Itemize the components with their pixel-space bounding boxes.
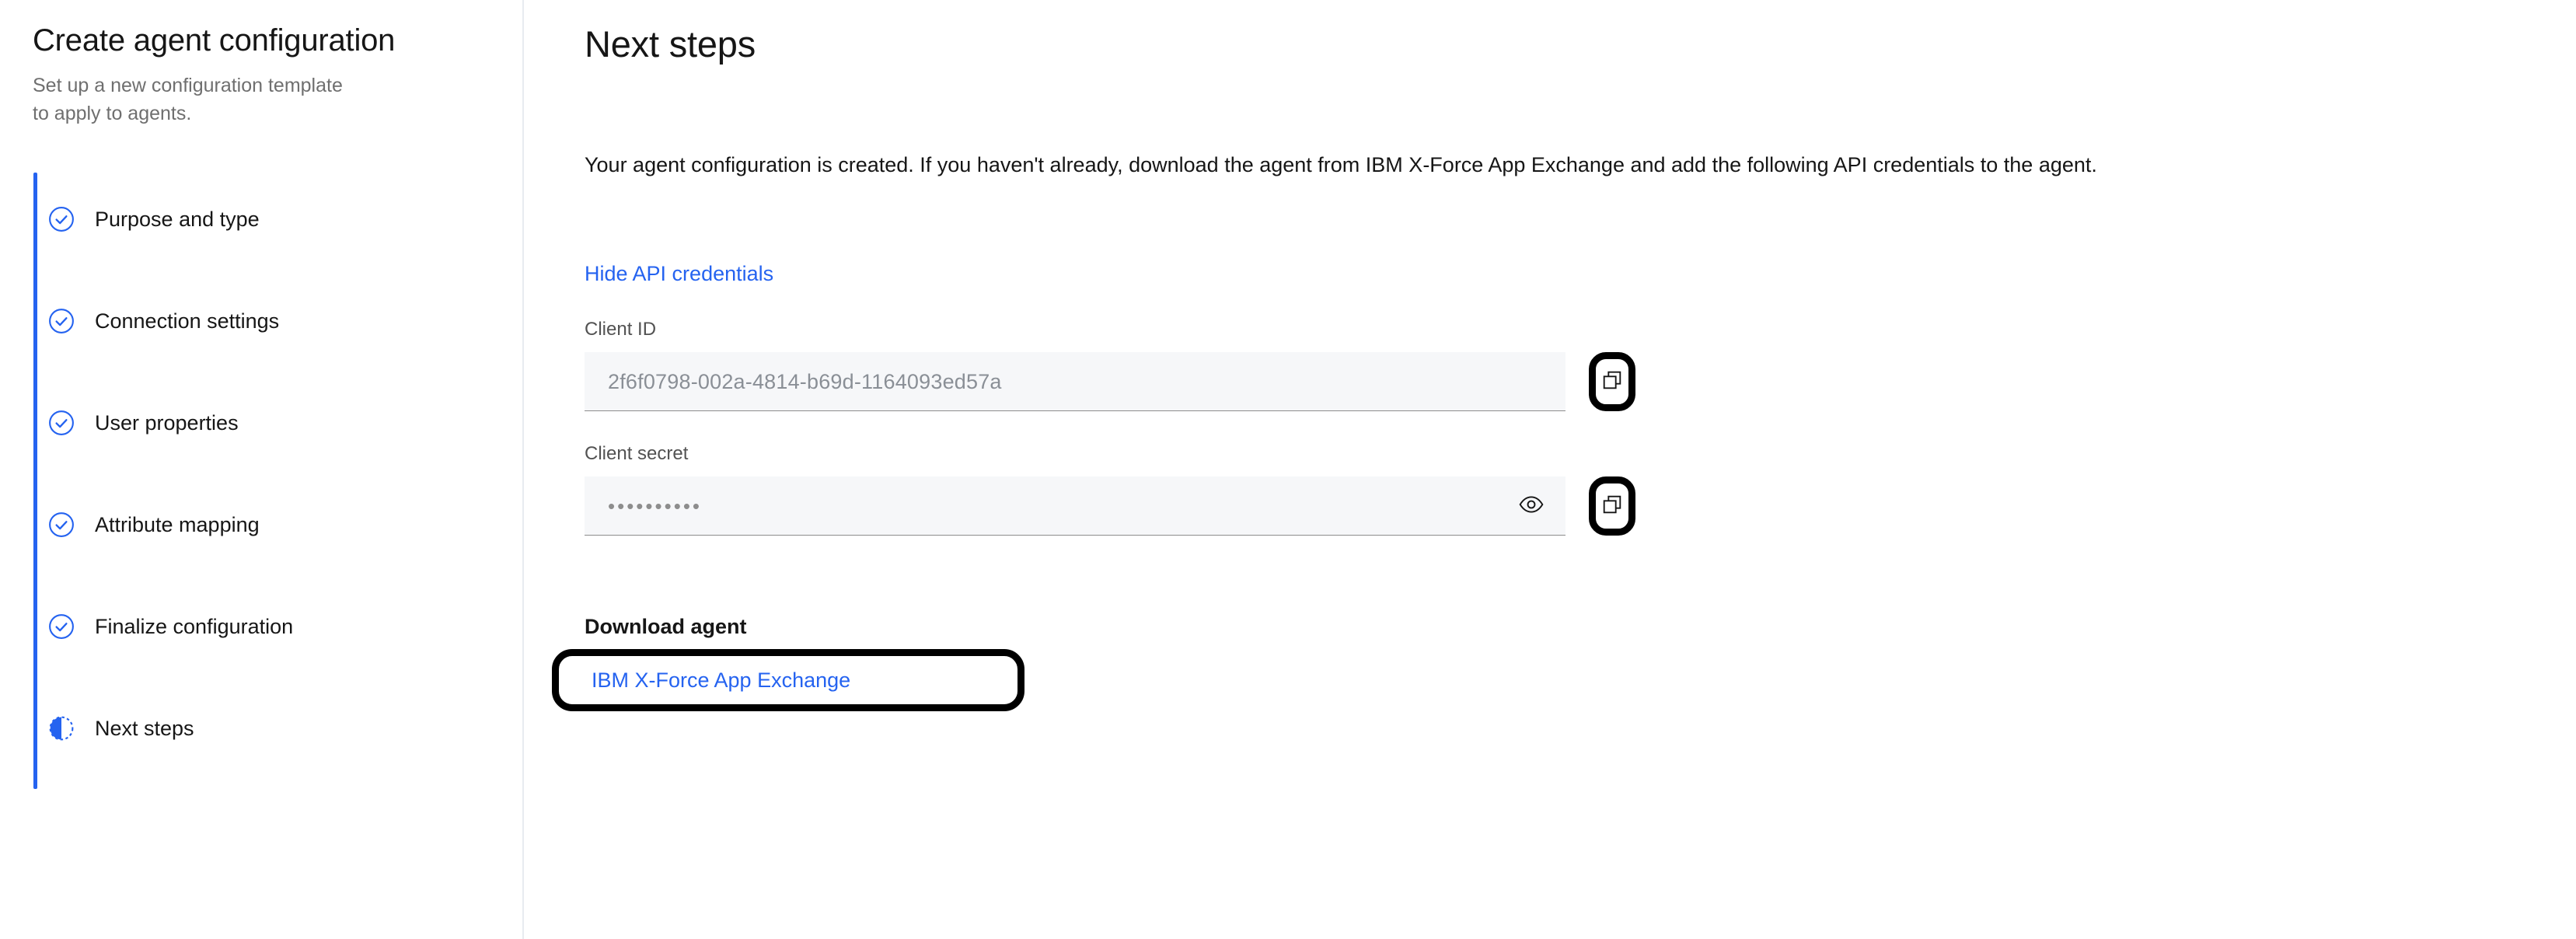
- sidebar-item-label: Purpose and type: [95, 207, 260, 231]
- client-secret-value: ••••••••••: [608, 494, 703, 518]
- sidebar-item-label: User properties: [95, 410, 239, 435]
- client-secret-label: Client secret: [585, 443, 689, 464]
- check-circle-icon: [48, 511, 75, 538]
- download-agent-heading: Download agent: [585, 615, 747, 638]
- copy-icon: [1600, 493, 1624, 520]
- copy-icon: [1600, 368, 1624, 396]
- main-content: Next steps Your agent configuration is c…: [524, 0, 2576, 939]
- sidebar-item-purpose-and-type[interactable]: Purpose and type: [0, 168, 522, 270]
- client-secret-field-group: Client secret ••••••••••: [585, 442, 2576, 536]
- sidebar-item-label: Finalize configuration: [95, 614, 294, 638]
- progress-nav: Purpose and type Connection settings Use…: [0, 168, 522, 789]
- main-heading: Next steps: [585, 23, 756, 65]
- sidebar-item-label: Connection settings: [95, 309, 280, 333]
- client-id-label: Client ID: [585, 319, 657, 340]
- sidebar-header: Create agent configuration Set up a new …: [0, 0, 522, 127]
- check-circle-icon: [48, 613, 75, 640]
- page-title: Create agent configuration: [33, 23, 396, 58]
- download-agent-link-highlight[interactable]: IBM X-Force App Exchange: [552, 649, 1024, 711]
- copy-client-secret-button[interactable]: [1589, 476, 1635, 536]
- download-agent-section: Download agent IBM X-Force App Exchange: [552, 613, 2576, 711]
- client-id-value: 2f6f0798-002a-4814-b69d-1164093ed57a: [608, 369, 1002, 393]
- in-progress-icon: [48, 715, 75, 742]
- sidebar: Create agent configuration Set up a new …: [0, 0, 524, 939]
- sidebar-item-connection-settings[interactable]: Connection settings: [0, 270, 522, 372]
- toggle-client-secret-visibility-button[interactable]: [1514, 489, 1548, 523]
- client-id-input[interactable]: 2f6f0798-002a-4814-b69d-1164093ed57a: [585, 352, 1565, 411]
- sidebar-item-user-properties[interactable]: User properties: [0, 372, 522, 473]
- sidebar-item-finalize-configuration[interactable]: Finalize configuration: [0, 575, 522, 677]
- app-root: Create agent configuration Set up a new …: [0, 0, 2576, 939]
- intro-paragraph: Your agent configuration is created. If …: [585, 153, 2097, 176]
- sidebar-item-next-steps[interactable]: Next steps: [0, 677, 522, 779]
- toggle-api-credentials-link[interactable]: Hide API credentials: [585, 260, 773, 287]
- sidebar-item-label: Next steps: [95, 716, 194, 740]
- sidebar-item-label: Attribute mapping: [95, 512, 260, 536]
- client-id-field-group: Client ID 2f6f0798-002a-4814-b69d-116409…: [585, 318, 2576, 411]
- client-secret-input[interactable]: ••••••••••: [585, 476, 1565, 536]
- copy-client-id-button[interactable]: [1589, 352, 1635, 411]
- eye-icon: [1518, 491, 1545, 520]
- ibm-xforce-app-exchange-link[interactable]: IBM X-Force App Exchange: [592, 667, 850, 693]
- sidebar-item-attribute-mapping[interactable]: Attribute mapping: [0, 473, 522, 575]
- check-circle-icon: [48, 410, 75, 436]
- check-circle-icon: [48, 308, 75, 334]
- page-subtitle: Set up a new configuration template to a…: [33, 75, 343, 124]
- check-circle-icon: [48, 206, 75, 232]
